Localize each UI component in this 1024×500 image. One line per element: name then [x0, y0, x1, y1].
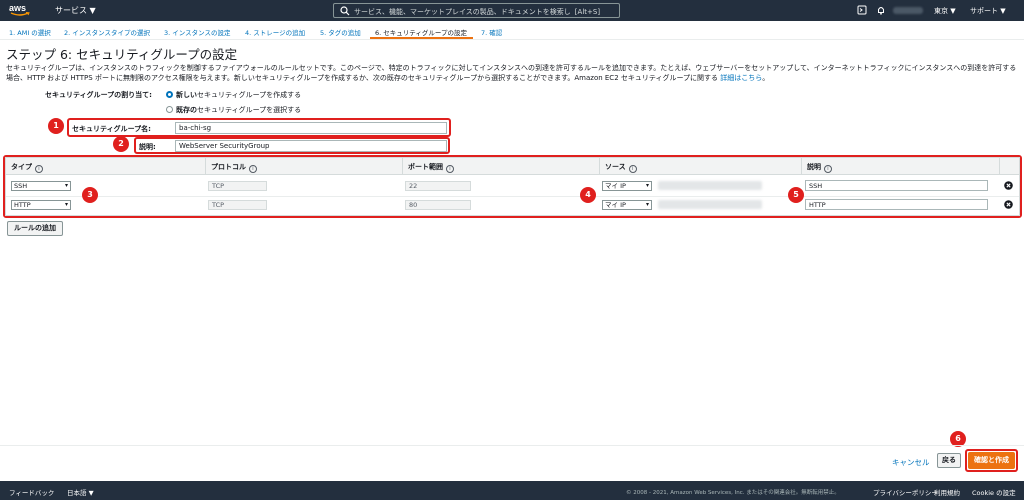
type-select[interactable]: SSH ▾	[11, 181, 71, 191]
info-icon[interactable]: i	[35, 165, 43, 173]
column-divider	[999, 158, 1000, 175]
source-select[interactable]: マイ IP ▾	[602, 200, 652, 210]
bell-icon[interactable]	[876, 5, 886, 15]
source-select[interactable]: マイ IP ▾	[602, 181, 652, 191]
protocol-field: TCP	[208, 181, 267, 191]
source-ip-redacted[interactable]	[658, 181, 762, 190]
copyright-text: © 2008 - 2021, Amazon Web Services, Inc.…	[626, 490, 840, 496]
search-placeholder: サービス、機能、マーケットプレイスの製品、ドキュメントを検索し [Alt+S]	[354, 8, 601, 16]
table-header: タイプ i プロトコル i ポート範囲 i ソース i 説明 i	[6, 158, 1019, 175]
header-type: タイプ i	[11, 162, 43, 173]
protocol-field: TCP	[208, 200, 267, 210]
chevron-down-icon: ▾	[64, 201, 68, 208]
feedback-link[interactable]: フィードバック	[9, 487, 54, 497]
info-icon[interactable]: i	[249, 165, 257, 173]
delete-rule-icon[interactable]	[1004, 200, 1013, 209]
header-source: ソース i	[605, 162, 637, 173]
source-ip-redacted[interactable]	[658, 200, 762, 209]
column-divider	[402, 158, 403, 175]
add-rule-button[interactable]: ルールの追加	[7, 221, 63, 236]
port-range-field: 80	[405, 200, 471, 210]
info-icon[interactable]: i	[446, 165, 454, 173]
header-port-range: ポート範囲 i	[408, 162, 454, 173]
step-add-storage[interactable]: 4. ストレージの追加	[245, 27, 305, 37]
annotation-badge-3: 3	[82, 187, 98, 203]
info-icon[interactable]: i	[824, 165, 832, 173]
header-description: 説明 i	[807, 162, 832, 173]
step-add-tags[interactable]: 5. タグの追加	[320, 27, 361, 37]
cloudshell-icon[interactable]	[857, 5, 867, 15]
radio-create-new[interactable]: 新しいセキュリティグループを作成する	[166, 90, 301, 100]
column-divider	[599, 158, 600, 175]
account-name-redacted[interactable]	[893, 7, 923, 14]
page-description: セキュリティグループは、インスタンスのトラフィックを制御するファイアウォールのル…	[6, 64, 1017, 82]
annotation-badge-1: 1	[48, 118, 64, 134]
row-divider	[6, 196, 1019, 197]
annotation-badge-4: 4	[580, 187, 596, 203]
top-navigation-bar: aws サービス ▼ サービス、機能、マーケットプレイスの製品、ドキュメントを検…	[0, 0, 1024, 21]
header-protocol: プロトコル i	[211, 162, 257, 173]
action-bar-divider	[0, 445, 1024, 446]
learn-more-link[interactable]: 詳細はこちら	[720, 74, 762, 82]
annotation-box-2	[134, 137, 450, 154]
terms-link[interactable]: 利用規約	[934, 487, 960, 497]
type-select[interactable]: HTTP ▾	[11, 200, 71, 210]
search-input[interactable]: サービス、機能、マーケットプレイスの製品、ドキュメントを検索し [Alt+S]	[333, 3, 620, 18]
cookie-settings-link[interactable]: Cookie の設定	[972, 487, 1016, 497]
step-configure-instance[interactable]: 3. インスタンスの設定	[164, 27, 231, 37]
support-menu[interactable]: サポート ▼	[970, 6, 1006, 16]
search-icon	[340, 6, 350, 16]
review-and-launch-button[interactable]: 確認と作成	[968, 452, 1015, 469]
active-step-indicator	[370, 37, 473, 39]
rule-description-input[interactable]	[805, 199, 988, 210]
step-instance-type[interactable]: 2. インスタンスタイプの選択	[64, 27, 150, 37]
step-ami[interactable]: 1. AMI の選択	[9, 27, 51, 37]
region-selector[interactable]: 東京 ▼	[934, 6, 956, 16]
search-shortcut: [Alt+S]	[574, 8, 601, 16]
bottom-bar: フィードバック 日本語 ▼ © 2008 - 2021, Amazon Web …	[0, 481, 1024, 500]
delete-rule-icon[interactable]	[1004, 181, 1013, 190]
assignment-label: セキュリティグループの割り当て:	[45, 91, 152, 99]
services-menu[interactable]: サービス ▼	[55, 5, 96, 16]
chevron-down-icon: ▾	[645, 182, 649, 189]
aws-logo[interactable]: aws	[9, 2, 33, 19]
chevron-down-icon: ▾	[64, 182, 68, 189]
radio-selected-icon[interactable]	[166, 91, 173, 98]
page-title: ステップ 6: セキュリティグループの設定	[6, 47, 238, 62]
aws-smile-icon	[10, 12, 30, 16]
annotation-box-1	[67, 118, 451, 137]
column-divider	[801, 158, 802, 175]
privacy-policy-link[interactable]: プライバシーポリシー	[873, 487, 938, 497]
annotation-badge-5: 5	[788, 187, 804, 203]
column-divider	[205, 158, 206, 175]
radio-select-existing[interactable]: 既存のセキュリティグループを選択する	[166, 105, 301, 115]
step-security-group[interactable]: 6. セキュリティグループの設定	[375, 27, 467, 37]
language-selector[interactable]: 日本語 ▼	[67, 487, 94, 497]
rule-description-input[interactable]	[805, 180, 988, 191]
annotation-badge-2: 2	[113, 136, 129, 152]
wizard-steps: 1. AMI の選択 2. インスタンスタイプの選択 3. インスタンスの設定 …	[0, 21, 1024, 40]
port-range-field: 22	[405, 181, 471, 191]
info-icon[interactable]: i	[628, 165, 637, 173]
back-button[interactable]: 戻る	[937, 453, 961, 468]
step-review[interactable]: 7. 確認	[481, 27, 502, 37]
chevron-down-icon: ▾	[645, 201, 649, 208]
radio-unselected-icon[interactable]	[166, 106, 173, 113]
inbound-rules-table: タイプ i プロトコル i ポート範囲 i ソース i 説明 i SSH ▾ TCP 22 …	[5, 157, 1020, 216]
cancel-button[interactable]: キャンセル	[892, 457, 930, 468]
